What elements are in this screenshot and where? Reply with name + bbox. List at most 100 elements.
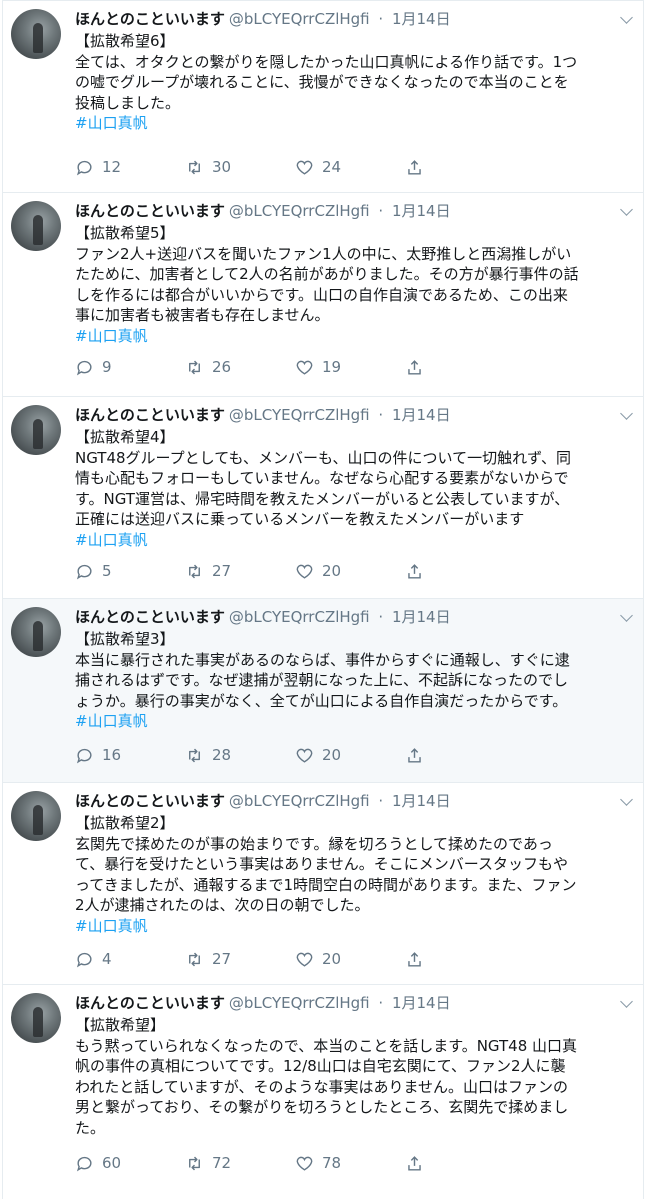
hashtag-link[interactable]: #山口真帆: [75, 916, 631, 937]
reply-count: 9: [102, 358, 112, 376]
reply-count: 4: [102, 950, 112, 968]
reply-count: 5: [102, 562, 112, 580]
tweet-label: 【拡散希望2】: [75, 814, 175, 832]
like-count: 19: [322, 358, 342, 376]
share-button[interactable]: [405, 746, 515, 765]
like-button[interactable]: 24: [295, 157, 405, 177]
share-icon: [408, 563, 421, 579]
like-button[interactable]: 20: [295, 561, 405, 581]
retweet-button[interactable]: 72: [185, 1153, 295, 1173]
like-button[interactable]: 78: [295, 1153, 405, 1173]
tweet-date[interactable]: 1月14日: [392, 994, 451, 1012]
hashtag-link[interactable]: #山口真帆: [75, 326, 631, 347]
hashtag-link[interactable]: #山口真帆: [75, 530, 631, 551]
reply-icon: [76, 360, 92, 375]
reply-icon: [76, 1156, 92, 1171]
reply-button[interactable]: 60: [75, 1153, 185, 1173]
tweet-label: 【拡散希望6】: [75, 32, 175, 50]
tweet-actions: 12 30 24: [75, 157, 515, 177]
user-handle[interactable]: @bLCYEQrrCZlHgfi: [229, 406, 370, 424]
tweet-text: NGT48グループとしても、メンバーも、山口の件について一切触れず、同 情も心配…: [75, 448, 572, 529]
tweet-label: 【拡散希望4】: [75, 428, 175, 446]
heart-icon: [296, 748, 313, 763]
reply-button[interactable]: 5: [75, 561, 185, 581]
share-button[interactable]: [405, 1154, 515, 1173]
reply-button[interactable]: 12: [75, 157, 185, 177]
avatar[interactable]: [11, 993, 61, 1043]
heart-icon: [296, 564, 313, 579]
display-name[interactable]: ほんとのこといいます: [75, 608, 225, 626]
tweet-text: もう黙っていられなくなったので、本当のことを話します。NGT48 山口真 帆の事…: [75, 1036, 578, 1137]
like-count: 20: [322, 562, 342, 580]
tweet-header: ほんとのこといいます @bLCYEQrrCZlHgfi · 1月14日: [75, 202, 451, 220]
reply-button[interactable]: 9: [75, 357, 185, 377]
like-count: 24: [322, 158, 342, 176]
avatar[interactable]: [11, 405, 61, 455]
like-button[interactable]: 19: [295, 357, 405, 377]
tweet-date[interactable]: 1月14日: [392, 202, 451, 220]
display-name[interactable]: ほんとのこといいます: [75, 10, 225, 28]
share-button[interactable]: [405, 358, 515, 377]
tweet-text: ファン2人+送迎バスを聞いたファン1人の中に、太野推しと西潟推しがい たために、…: [75, 244, 579, 325]
share-icon: [408, 747, 421, 763]
tweet-actions: 60 72 78: [75, 1153, 515, 1173]
share-button[interactable]: [405, 562, 515, 581]
tweet[interactable]: ほんとのこといいます @bLCYEQrrCZlHgfi · 1月14日 【拡散希望…: [3, 192, 643, 396]
reply-button[interactable]: 4: [75, 949, 185, 969]
share-icon: [408, 951, 421, 967]
tweet-date[interactable]: 1月14日: [392, 10, 451, 28]
tweet-date[interactable]: 1月14日: [392, 792, 451, 810]
heart-icon: [296, 952, 313, 967]
retweet-count: 28: [212, 746, 232, 764]
tweet[interactable]: ほんとのこといいます @bLCYEQrrCZlHgfi · 1月14日 【拡散希望…: [3, 396, 643, 598]
tweet-actions: 9 26 19: [75, 357, 515, 377]
display-name[interactable]: ほんとのこといいます: [75, 406, 225, 424]
hashtag-link[interactable]: #山口真帆: [75, 711, 631, 732]
hashtag-link[interactable]: #山口真帆: [75, 113, 631, 134]
user-handle[interactable]: @bLCYEQrrCZlHgfi: [229, 792, 370, 810]
heart-icon: [296, 1156, 313, 1171]
retweet-button[interactable]: 28: [185, 745, 295, 765]
tweet-actions: 5 27 20: [75, 561, 515, 581]
tweet-date[interactable]: 1月14日: [392, 406, 451, 424]
tweet[interactable]: ほんとのこといいます @bLCYEQrrCZlHgfi · 1月14日 【拡散希望…: [3, 0, 643, 192]
retweet-icon: [189, 160, 200, 174]
tweet-text: 全ては、オタクとの繋がりを隠したかった山口真帆による作り話です。1つ の嘘でグル…: [75, 52, 578, 112]
user-handle[interactable]: @bLCYEQrrCZlHgfi: [229, 994, 370, 1012]
retweet-count: 72: [212, 1154, 232, 1172]
tweet-label: 【拡散希望3】: [75, 630, 175, 648]
share-button[interactable]: [405, 158, 515, 177]
retweet-button[interactable]: 26: [185, 357, 295, 377]
share-button[interactable]: [405, 950, 515, 969]
tweet-label: 【拡散希望5】: [75, 224, 175, 242]
avatar[interactable]: [11, 9, 61, 59]
user-handle[interactable]: @bLCYEQrrCZlHgfi: [229, 10, 370, 28]
display-name[interactable]: ほんとのこといいます: [75, 792, 225, 810]
like-button[interactable]: 20: [295, 949, 405, 969]
retweet-button[interactable]: 27: [185, 561, 295, 581]
reply-icon: [76, 160, 92, 175]
retweet-icon: [189, 748, 200, 762]
timeline: ほんとのこといいます @bLCYEQrrCZlHgfi · 1月14日 【拡散希望…: [2, 0, 644, 1199]
user-handle[interactable]: @bLCYEQrrCZlHgfi: [229, 202, 370, 220]
tweet[interactable]: ほんとのこといいます @bLCYEQrrCZlHgfi · 1月14日 【拡散希望…: [3, 598, 643, 782]
tweet[interactable]: ほんとのこといいます @bLCYEQrrCZlHgfi · 1月14日 【拡散希望…: [3, 782, 643, 984]
tweet[interactable]: ほんとのこといいます @bLCYEQrrCZlHgfi · 1月14日 【拡散希望…: [3, 984, 643, 1199]
avatar[interactable]: [11, 607, 61, 657]
retweet-button[interactable]: 27: [185, 949, 295, 969]
tweet-actions: 16 28 20: [75, 745, 515, 765]
user-handle[interactable]: @bLCYEQrrCZlHgfi: [229, 608, 370, 626]
tweet-header: ほんとのこといいます @bLCYEQrrCZlHgfi · 1月14日: [75, 10, 451, 28]
avatar[interactable]: [11, 791, 61, 841]
reply-button[interactable]: 16: [75, 745, 185, 765]
display-name[interactable]: ほんとのこといいます: [75, 994, 225, 1012]
share-icon: [408, 1155, 421, 1171]
avatar[interactable]: [11, 201, 61, 251]
retweet-icon: [189, 564, 200, 578]
display-name[interactable]: ほんとのこといいます: [75, 202, 225, 220]
tweet-date[interactable]: 1月14日: [392, 608, 451, 626]
reply-count: 12: [102, 158, 122, 176]
retweet-button[interactable]: 30: [185, 157, 295, 177]
like-button[interactable]: 20: [295, 745, 405, 765]
heart-icon: [296, 160, 313, 175]
